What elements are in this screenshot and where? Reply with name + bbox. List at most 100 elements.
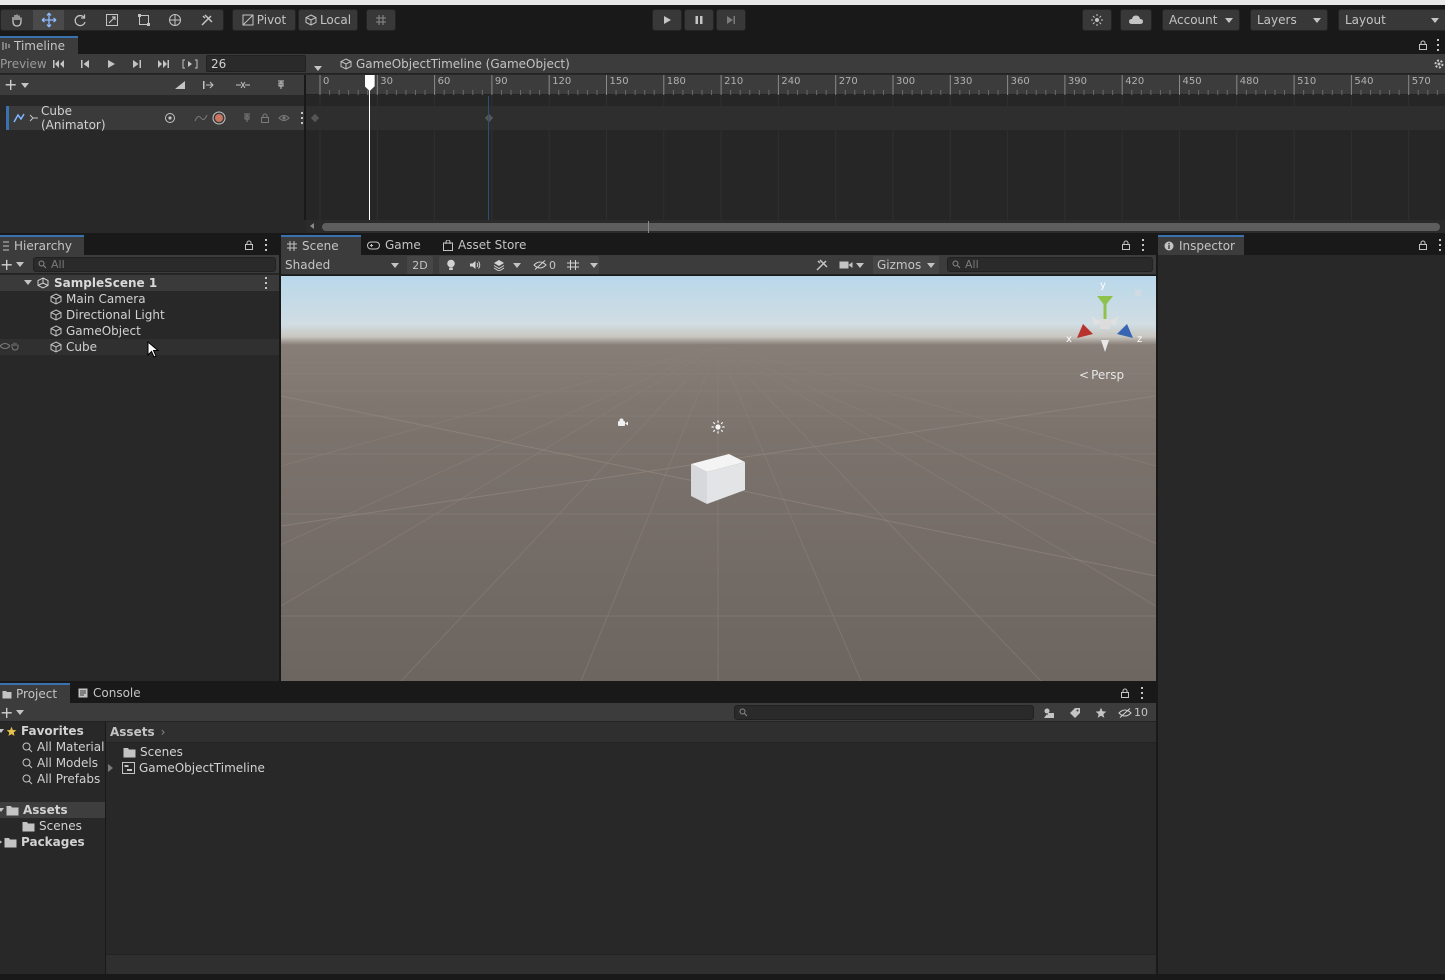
- breadcrumb-assets[interactable]: Assets: [110, 725, 155, 739]
- hierarchy-search-input[interactable]: All: [33, 257, 276, 272]
- tab-console[interactable]: Console: [72, 683, 156, 703]
- add-track-button[interactable]: +: [4, 76, 38, 94]
- ripple-icon[interactable]: [168, 77, 190, 93]
- grid-toggle-icon[interactable]: [566, 259, 580, 271]
- mode-2d-toggle[interactable]: 2D: [407, 256, 433, 274]
- project-add-button[interactable]: +: [0, 703, 26, 722]
- pickable-hand-icon[interactable]: [10, 341, 20, 351]
- record-icon[interactable]: [212, 111, 226, 125]
- favorite-all-prefabs[interactable]: All Prefabs: [22, 771, 100, 787]
- hierarchy-item-directional-light[interactable]: Directional Light: [50, 307, 165, 323]
- chevron-down-icon[interactable]: [590, 262, 598, 268]
- goto-start-icon[interactable]: [50, 56, 68, 72]
- assets-child-scenes[interactable]: Scenes: [22, 818, 82, 834]
- gizmos-dropdown[interactable]: Gizmos: [873, 256, 939, 274]
- next-frame-icon[interactable]: [128, 56, 146, 72]
- pause-button[interactable]: [684, 9, 714, 31]
- goto-end-icon[interactable]: [154, 56, 172, 72]
- mix-mode-icon[interactable]: [198, 77, 220, 93]
- track-lane[interactable]: [306, 106, 1445, 130]
- search-by-label-icon[interactable]: [1066, 704, 1084, 721]
- grid-snap-button[interactable]: [366, 9, 396, 31]
- playhead[interactable]: [363, 75, 377, 220]
- tab-asset-store[interactable]: Asset Store: [437, 235, 537, 255]
- layers-dropdown[interactable]: Layers: [1250, 9, 1328, 31]
- timeline-asset-breadcrumb[interactable]: GameObjectTimeline (GameObject): [340, 54, 570, 73]
- camera-dropdown[interactable]: [839, 256, 871, 274]
- search-by-type-icon[interactable]: [1040, 704, 1058, 721]
- hierarchy-item-cube[interactable]: Cube: [50, 339, 97, 355]
- layout-dropdown[interactable]: Layout: [1338, 9, 1445, 31]
- hierarchy-item-gameobject[interactable]: GameObject: [50, 323, 141, 339]
- collapsed-arrow-icon[interactable]: [108, 764, 113, 772]
- rect-tool-icon[interactable]: [128, 10, 160, 30]
- asset-item-scenes[interactable]: Scenes: [123, 744, 183, 760]
- collapsed-arrow-icon[interactable]: [0, 839, 2, 845]
- favorite-all-models[interactable]: All Models: [22, 755, 98, 771]
- prev-frame-icon[interactable]: [76, 56, 94, 72]
- tab-game[interactable]: Game: [361, 235, 437, 255]
- hidden-packages-toggle[interactable]: 10: [1118, 704, 1154, 721]
- camera-gizmo-icon[interactable]: [617, 417, 629, 431]
- project-search-input[interactable]: [734, 705, 1034, 720]
- expand-arrow-icon[interactable]: [24, 280, 32, 285]
- local-toggle[interactable]: Local: [298, 9, 358, 31]
- curves-icon[interactable]: [194, 113, 208, 123]
- tab-project[interactable]: Project: [0, 683, 70, 703]
- timeline-hscrollbar[interactable]: [306, 220, 1445, 233]
- hand-tool-icon[interactable]: [1, 10, 33, 30]
- shading-mode-dropdown[interactable]: Shaded: [283, 256, 403, 274]
- tab-inspector[interactable]: Inspector: [1158, 235, 1244, 255]
- scene-viewport[interactable]: y x z < Persp: [281, 276, 1156, 681]
- more-menu-icon[interactable]: [1436, 39, 1440, 51]
- projection-toggle[interactable]: < Persp: [1079, 368, 1124, 382]
- account-dropdown[interactable]: Account: [1162, 9, 1240, 31]
- packages-folder[interactable]: Packages: [0, 834, 85, 850]
- lock-icon[interactable]: [1118, 686, 1132, 700]
- favorite-all-materials[interactable]: All Materials: [22, 739, 105, 755]
- scene-menu-icon[interactable]: [264, 277, 268, 289]
- step-button[interactable]: [716, 9, 746, 31]
- track-pin-icon[interactable]: [242, 113, 252, 123]
- assets-folder[interactable]: Assets: [0, 802, 68, 818]
- pivot-toggle[interactable]: Pivot: [232, 9, 296, 31]
- play-button[interactable]: [652, 9, 682, 31]
- visibility-eye-icon[interactable]: [0, 341, 10, 351]
- tab-timeline[interactable]: Timeline: [0, 36, 78, 54]
- play-range-icon[interactable]: [180, 56, 200, 72]
- pin-icon[interactable]: [272, 77, 290, 93]
- asset-item-gameobjecttimeline[interactable]: GameObjectTimeline: [108, 760, 265, 776]
- scene-search-input[interactable]: All: [947, 257, 1153, 272]
- hidden-eye-icon[interactable]: [533, 260, 547, 270]
- lock-icon[interactable]: [1119, 238, 1133, 252]
- orientation-gizmo[interactable]: y x z: [1063, 280, 1153, 362]
- snap-icon[interactable]: [232, 77, 254, 93]
- lock-icon[interactable]: [1416, 38, 1430, 52]
- cube-object[interactable]: [689, 452, 747, 509]
- more-menu-icon[interactable]: [1141, 239, 1145, 251]
- expand-arrow-icon[interactable]: [0, 729, 4, 733]
- track-mute-eye-icon[interactable]: [278, 113, 290, 123]
- scene-tools-icon[interactable]: [813, 257, 831, 273]
- light-gizmo-icon[interactable]: [711, 420, 725, 437]
- audio-speaker-icon[interactable]: [463, 260, 487, 270]
- scene-row[interactable]: SampleScene 1: [0, 275, 279, 291]
- expand-arrow-icon[interactable]: [0, 808, 4, 812]
- track-header[interactable]: Cube (Animator): [6, 104, 304, 132]
- collab-button[interactable]: [1082, 9, 1112, 31]
- settings-gear-icon[interactable]: [1432, 57, 1445, 71]
- lighting-bulb-icon[interactable]: [439, 259, 463, 271]
- scale-tool-icon[interactable]: [96, 10, 128, 30]
- scroll-left-arrow-icon[interactable]: [310, 223, 314, 229]
- time-ruler[interactable]: 0 30 60 90 120 150 180 210 240 270 300 330 360 390 420…: [306, 75, 1445, 95]
- cloud-button[interactable]: [1120, 9, 1152, 31]
- frame-field[interactable]: 26: [206, 55, 306, 72]
- transform-tool-icon[interactable]: [160, 10, 192, 30]
- chevron-down-icon[interactable]: [513, 262, 521, 268]
- favorites-star-icon[interactable]: [1092, 704, 1110, 721]
- custom-tools-icon[interactable]: [191, 10, 223, 30]
- scrollbar-thumb[interactable]: [322, 223, 1440, 231]
- preview-toggle[interactable]: Preview: [0, 54, 47, 73]
- tab-hierarchy[interactable]: Hierarchy: [0, 235, 84, 255]
- tab-scene[interactable]: Scene: [281, 235, 361, 255]
